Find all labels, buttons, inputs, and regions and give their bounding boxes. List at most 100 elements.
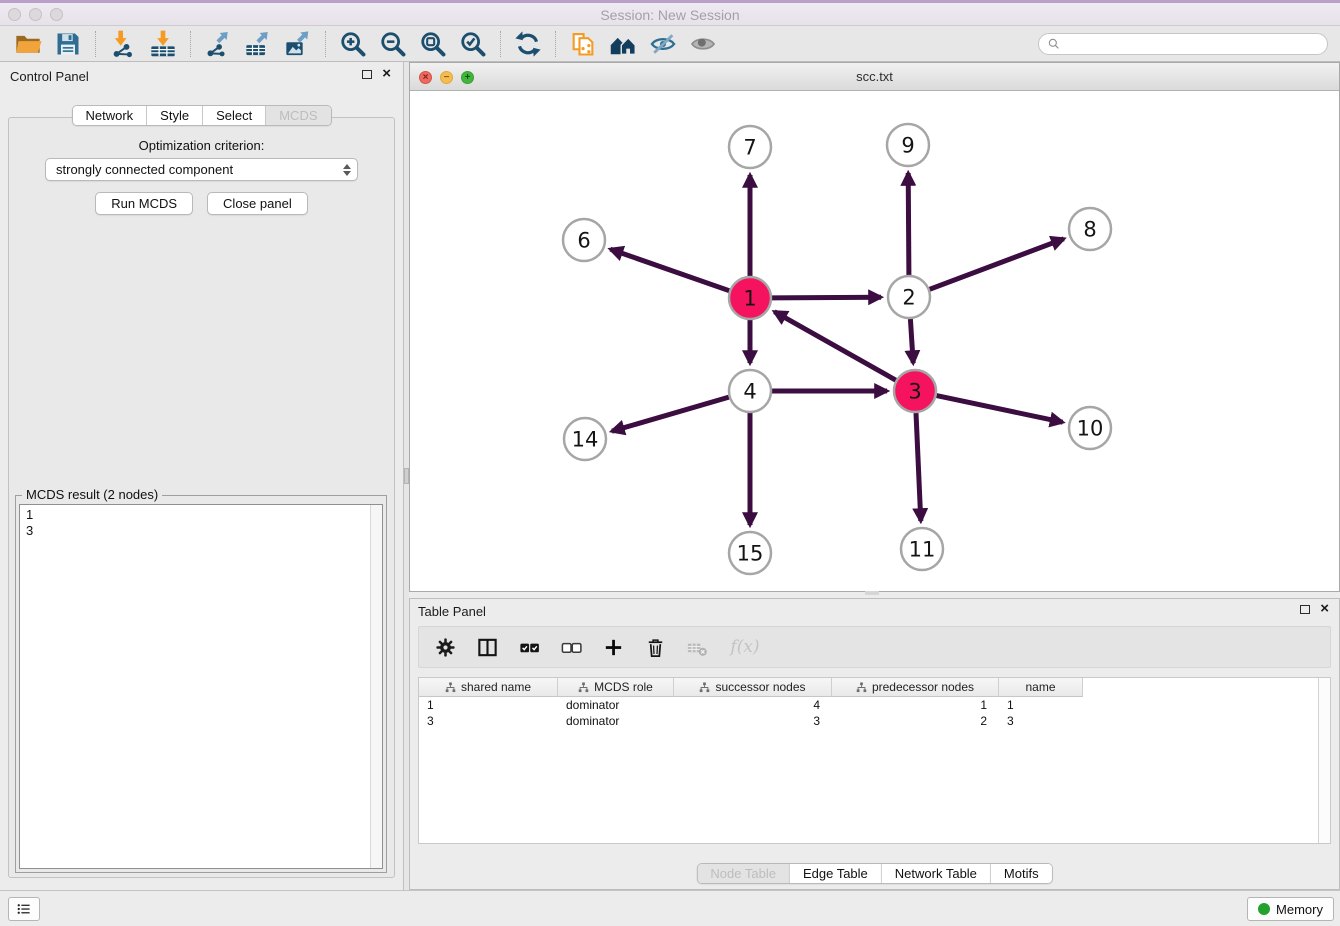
column-header-mcds-role[interactable]: MCDS role xyxy=(558,678,674,697)
table-body: 1dominator4113dominator323 xyxy=(419,697,1318,729)
mcds-result-item: 1 xyxy=(26,507,364,523)
tab-select[interactable]: Select xyxy=(203,106,266,125)
zoom-selected-button[interactable] xyxy=(453,28,493,60)
column-header-name[interactable]: name xyxy=(999,678,1083,697)
export-table-button[interactable] xyxy=(238,28,278,60)
graph-node-label: 1 xyxy=(743,286,756,310)
cell-successor-nodes[interactable]: 4 xyxy=(674,697,832,713)
main-toolbar-groups xyxy=(8,28,723,60)
run-mcds-button[interactable]: Run MCDS xyxy=(95,192,193,215)
import-table-button[interactable] xyxy=(143,28,183,60)
zoom-fit-button[interactable] xyxy=(413,28,453,60)
table-scrollbar[interactable] xyxy=(1318,678,1330,843)
search-field[interactable] xyxy=(1038,33,1328,55)
select-all-button[interactable] xyxy=(511,630,547,664)
tab-node-table[interactable]: Node Table xyxy=(697,864,790,883)
save-session-button[interactable] xyxy=(48,28,88,60)
import-network-button[interactable] xyxy=(103,28,143,60)
tab-edge-table[interactable]: Edge Table xyxy=(790,864,882,883)
cell-name[interactable]: 1 xyxy=(999,697,1083,713)
criterion-dropdown[interactable]: strongly connected component xyxy=(45,158,358,181)
show-eye-button[interactable] xyxy=(683,28,723,60)
graph-edge-3-11[interactable] xyxy=(916,413,921,521)
graph-node-label: 6 xyxy=(577,228,590,252)
graph-node-label: 10 xyxy=(1077,416,1104,440)
delete-table-button xyxy=(679,630,715,664)
table-panel: Table Panel × f(x) shared nameMCDS roles… xyxy=(409,598,1340,890)
column-header-predecessor-nodes[interactable]: predecessor nodes xyxy=(832,678,999,697)
table-panel-close-icon[interactable]: × xyxy=(1320,604,1329,614)
copy-network-button[interactable] xyxy=(563,28,603,60)
column-header-shared-name[interactable]: shared name xyxy=(419,678,558,697)
network-canvas[interactable]: 1234678910111415 xyxy=(410,91,1339,591)
toolbar-separator xyxy=(500,31,501,57)
deselect-all-button[interactable] xyxy=(553,630,589,664)
tab-mcds[interactable]: MCDS xyxy=(266,106,330,125)
control-panel-header: Control Panel × xyxy=(0,62,403,92)
mcds-result-groupbox: MCDS result (2 nodes) 13 xyxy=(15,495,387,873)
table-tabs: Node TableEdge TableNetwork TableMotifs xyxy=(696,863,1052,884)
settings-icon xyxy=(434,636,457,659)
tree-icon xyxy=(578,682,589,693)
optimization-criterion-label: Optimization criterion: xyxy=(9,138,394,153)
memory-button[interactable]: Memory xyxy=(1247,897,1334,921)
tab-network[interactable]: Network xyxy=(72,106,147,125)
search-input[interactable] xyxy=(1066,37,1319,51)
graph-edge-2-9[interactable] xyxy=(908,173,909,275)
show-eye-icon xyxy=(689,30,717,58)
zoom-out-icon xyxy=(379,30,407,58)
right-column: × − + scc.txt 12346789101114 xyxy=(409,62,1340,890)
canvas-resize-handle[interactable] xyxy=(865,591,879,595)
home-view-icon xyxy=(609,30,637,58)
graph-edge-2-8[interactable] xyxy=(930,239,1064,289)
graph-node-label: 8 xyxy=(1083,217,1096,241)
cell-predecessor-nodes[interactable]: 1 xyxy=(832,697,999,713)
cell-shared-name[interactable]: 1 xyxy=(419,697,558,713)
save-session-icon xyxy=(54,30,82,58)
cell-name[interactable]: 3 xyxy=(999,713,1083,729)
task-history-button[interactable] xyxy=(8,897,40,921)
table-panel-float-icon[interactable] xyxy=(1300,605,1310,614)
split-columns-button[interactable] xyxy=(469,630,505,664)
add-row-button[interactable] xyxy=(595,630,631,664)
mcds-result-scrollbar[interactable] xyxy=(370,505,382,868)
export-network-button[interactable] xyxy=(198,28,238,60)
cell-mcds-role[interactable]: dominator xyxy=(558,697,674,713)
tab-network-table[interactable]: Network Table xyxy=(882,864,991,883)
tree-icon xyxy=(699,682,710,693)
hide-eye-button[interactable] xyxy=(643,28,683,60)
export-image-button[interactable] xyxy=(278,28,318,60)
cell-successor-nodes[interactable]: 3 xyxy=(674,713,832,729)
zoom-in-button[interactable] xyxy=(333,28,373,60)
close-panel-button[interactable]: Close panel xyxy=(207,192,308,215)
graph-edge-3-1[interactable] xyxy=(774,312,895,381)
graph-edge-1-2[interactable] xyxy=(772,297,881,298)
mcds-result-list[interactable]: 13 xyxy=(19,504,383,869)
toolbar-separator xyxy=(190,31,191,57)
import-network-icon xyxy=(109,30,137,58)
control-panel-float-icon[interactable] xyxy=(362,70,372,79)
memory-label: Memory xyxy=(1276,902,1323,917)
home-view-button[interactable] xyxy=(603,28,643,60)
graph-edge-2-3[interactable] xyxy=(910,319,913,363)
graph-edge-3-10[interactable] xyxy=(937,396,1063,423)
column-header-successor-nodes[interactable]: successor nodes xyxy=(674,678,832,697)
control-panel-close-icon[interactable]: × xyxy=(382,69,391,79)
toolbar-separator xyxy=(555,31,556,57)
cell-shared-name[interactable]: 3 xyxy=(419,713,558,729)
refresh-button[interactable] xyxy=(508,28,548,60)
tab-motifs[interactable]: Motifs xyxy=(991,864,1052,883)
graph-edge-1-6[interactable] xyxy=(610,249,729,291)
tab-style[interactable]: Style xyxy=(147,106,203,125)
cell-predecessor-nodes[interactable]: 2 xyxy=(832,713,999,729)
zoom-out-button[interactable] xyxy=(373,28,413,60)
copy-network-icon xyxy=(569,30,597,58)
graph-node-label: 3 xyxy=(908,379,921,403)
import-table-icon xyxy=(149,30,177,58)
graph-edge-4-14[interactable] xyxy=(612,397,729,431)
delete-row-icon xyxy=(644,636,667,659)
settings-button[interactable] xyxy=(427,630,463,664)
open-file-button[interactable] xyxy=(8,28,48,60)
delete-row-button[interactable] xyxy=(637,630,673,664)
cell-mcds-role[interactable]: dominator xyxy=(558,713,674,729)
